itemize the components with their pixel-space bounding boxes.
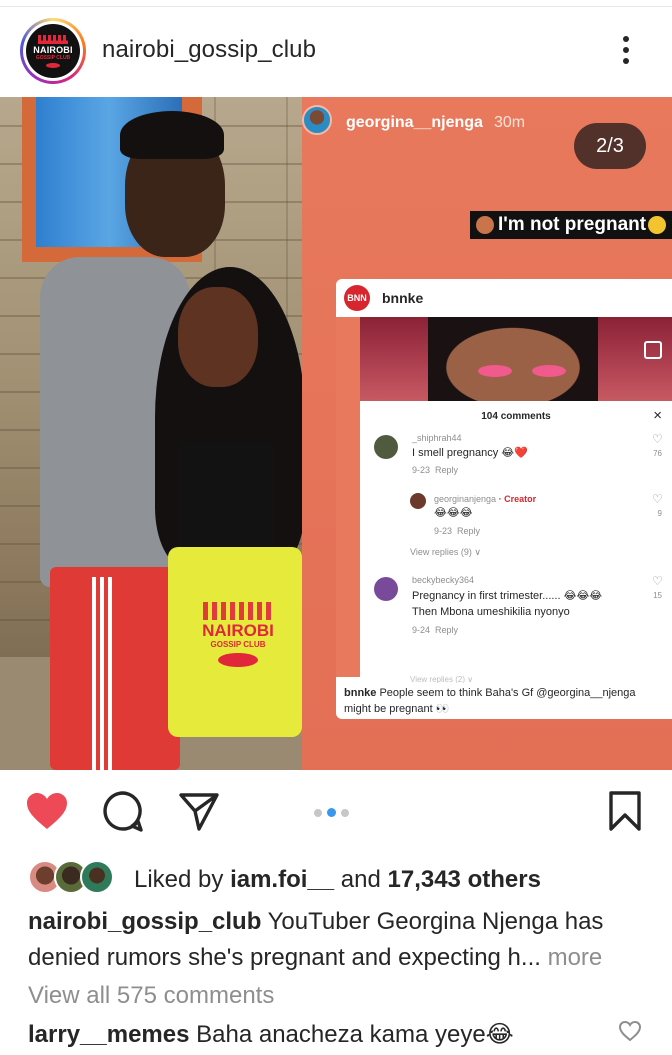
comment-icon[interactable] [100, 788, 146, 834]
heart-filled-icon[interactable] [24, 788, 70, 834]
carousel-counter: 2/3 [574, 123, 646, 169]
caption-username[interactable]: nairobi_gossip_club [28, 908, 261, 935]
post-header: NAIROBI GOSSIP CLUB nairobi_gossip_club [0, 12, 672, 90]
top-divider [0, 6, 672, 7]
comment-username[interactable]: larry__memes [28, 1021, 189, 1048]
story-time: 30m [494, 114, 526, 131]
likes-summary[interactable]: Liked by iam.foi__ and 17,343 others [28, 858, 648, 898]
bnn-logo: BNN [344, 285, 370, 311]
avatar [80, 860, 114, 894]
post-media[interactable]: NAIROBI GOSSIP CLUB georgina__njenga 30m… [0, 97, 672, 770]
story-sticker: I'm not pregnant [470, 211, 672, 239]
square-icon [644, 341, 662, 359]
likes-count[interactable]: 17,343 others [388, 866, 541, 893]
avatar [374, 577, 398, 601]
more-link[interactable]: more [541, 944, 603, 971]
carousel-dot-active [327, 808, 336, 817]
brand-logo: NAIROBI GOSSIP CLUB [26, 24, 80, 78]
heart-icon: ♡ [652, 492, 663, 506]
bookmark-icon[interactable] [602, 788, 648, 834]
liker-username[interactable]: iam.foi__ [230, 866, 334, 893]
more-options-icon[interactable] [614, 32, 638, 68]
paper-plane-icon[interactable] [176, 788, 222, 834]
profile-avatar[interactable]: NAIROBI GOSSIP CLUB [20, 18, 86, 84]
avatar [410, 493, 426, 509]
comments-panel: 104 comments × _shiphrah44 I smell pregn… [360, 401, 672, 683]
logo-line2: GOSSIP CLUB [35, 54, 71, 61]
carousel-dot [341, 808, 349, 817]
heart-icon: ♡ [652, 574, 663, 588]
post-caption: nairobi_gossip_club YouTuber Georgina Nj… [28, 904, 658, 976]
comment-like-heart-icon[interactable] [618, 1020, 642, 1044]
carousel-dot [314, 808, 322, 817]
view-all-comments-link[interactable]: View all 575 comments [28, 982, 274, 1010]
avatar [374, 435, 398, 459]
couple-photo: NAIROBI GOSSIP CLUB [0, 97, 302, 770]
logo-line1: NAIROBI [33, 44, 73, 55]
action-bar [0, 788, 672, 838]
cat-emoji-icon [648, 216, 667, 234]
brand-watermark: NAIROBI GOSSIP CLUB [178, 602, 298, 667]
truncated-replies: View replies (2) ∨ [410, 675, 474, 683]
story-username: georgina__njenga [346, 114, 483, 131]
card-image [360, 317, 672, 401]
card-caption: bnnke People seem to think Baha's Gf @ge… [344, 687, 636, 715]
card-username: bnnke [382, 290, 424, 306]
comments-title: 104 comments [481, 411, 551, 422]
person-emoji-icon [476, 216, 494, 234]
preview-comment: larry__memes Baha anacheza kama yeye😂 [28, 1021, 514, 1048]
skyline-graphic [38, 34, 68, 44]
post-username[interactable]: nairobi_gossip_club [102, 36, 316, 64]
close-icon: × [653, 407, 662, 424]
view-replies: View replies (9) ∨ [410, 547, 481, 557]
embedded-post-card: BNN bnnke 104 comments × _shiphrah44 I s… [336, 279, 672, 719]
heart-icon: ♡ [652, 432, 663, 446]
carousel-indicator [314, 808, 349, 817]
story-avatar [302, 105, 332, 135]
lips-graphic [46, 62, 60, 68]
